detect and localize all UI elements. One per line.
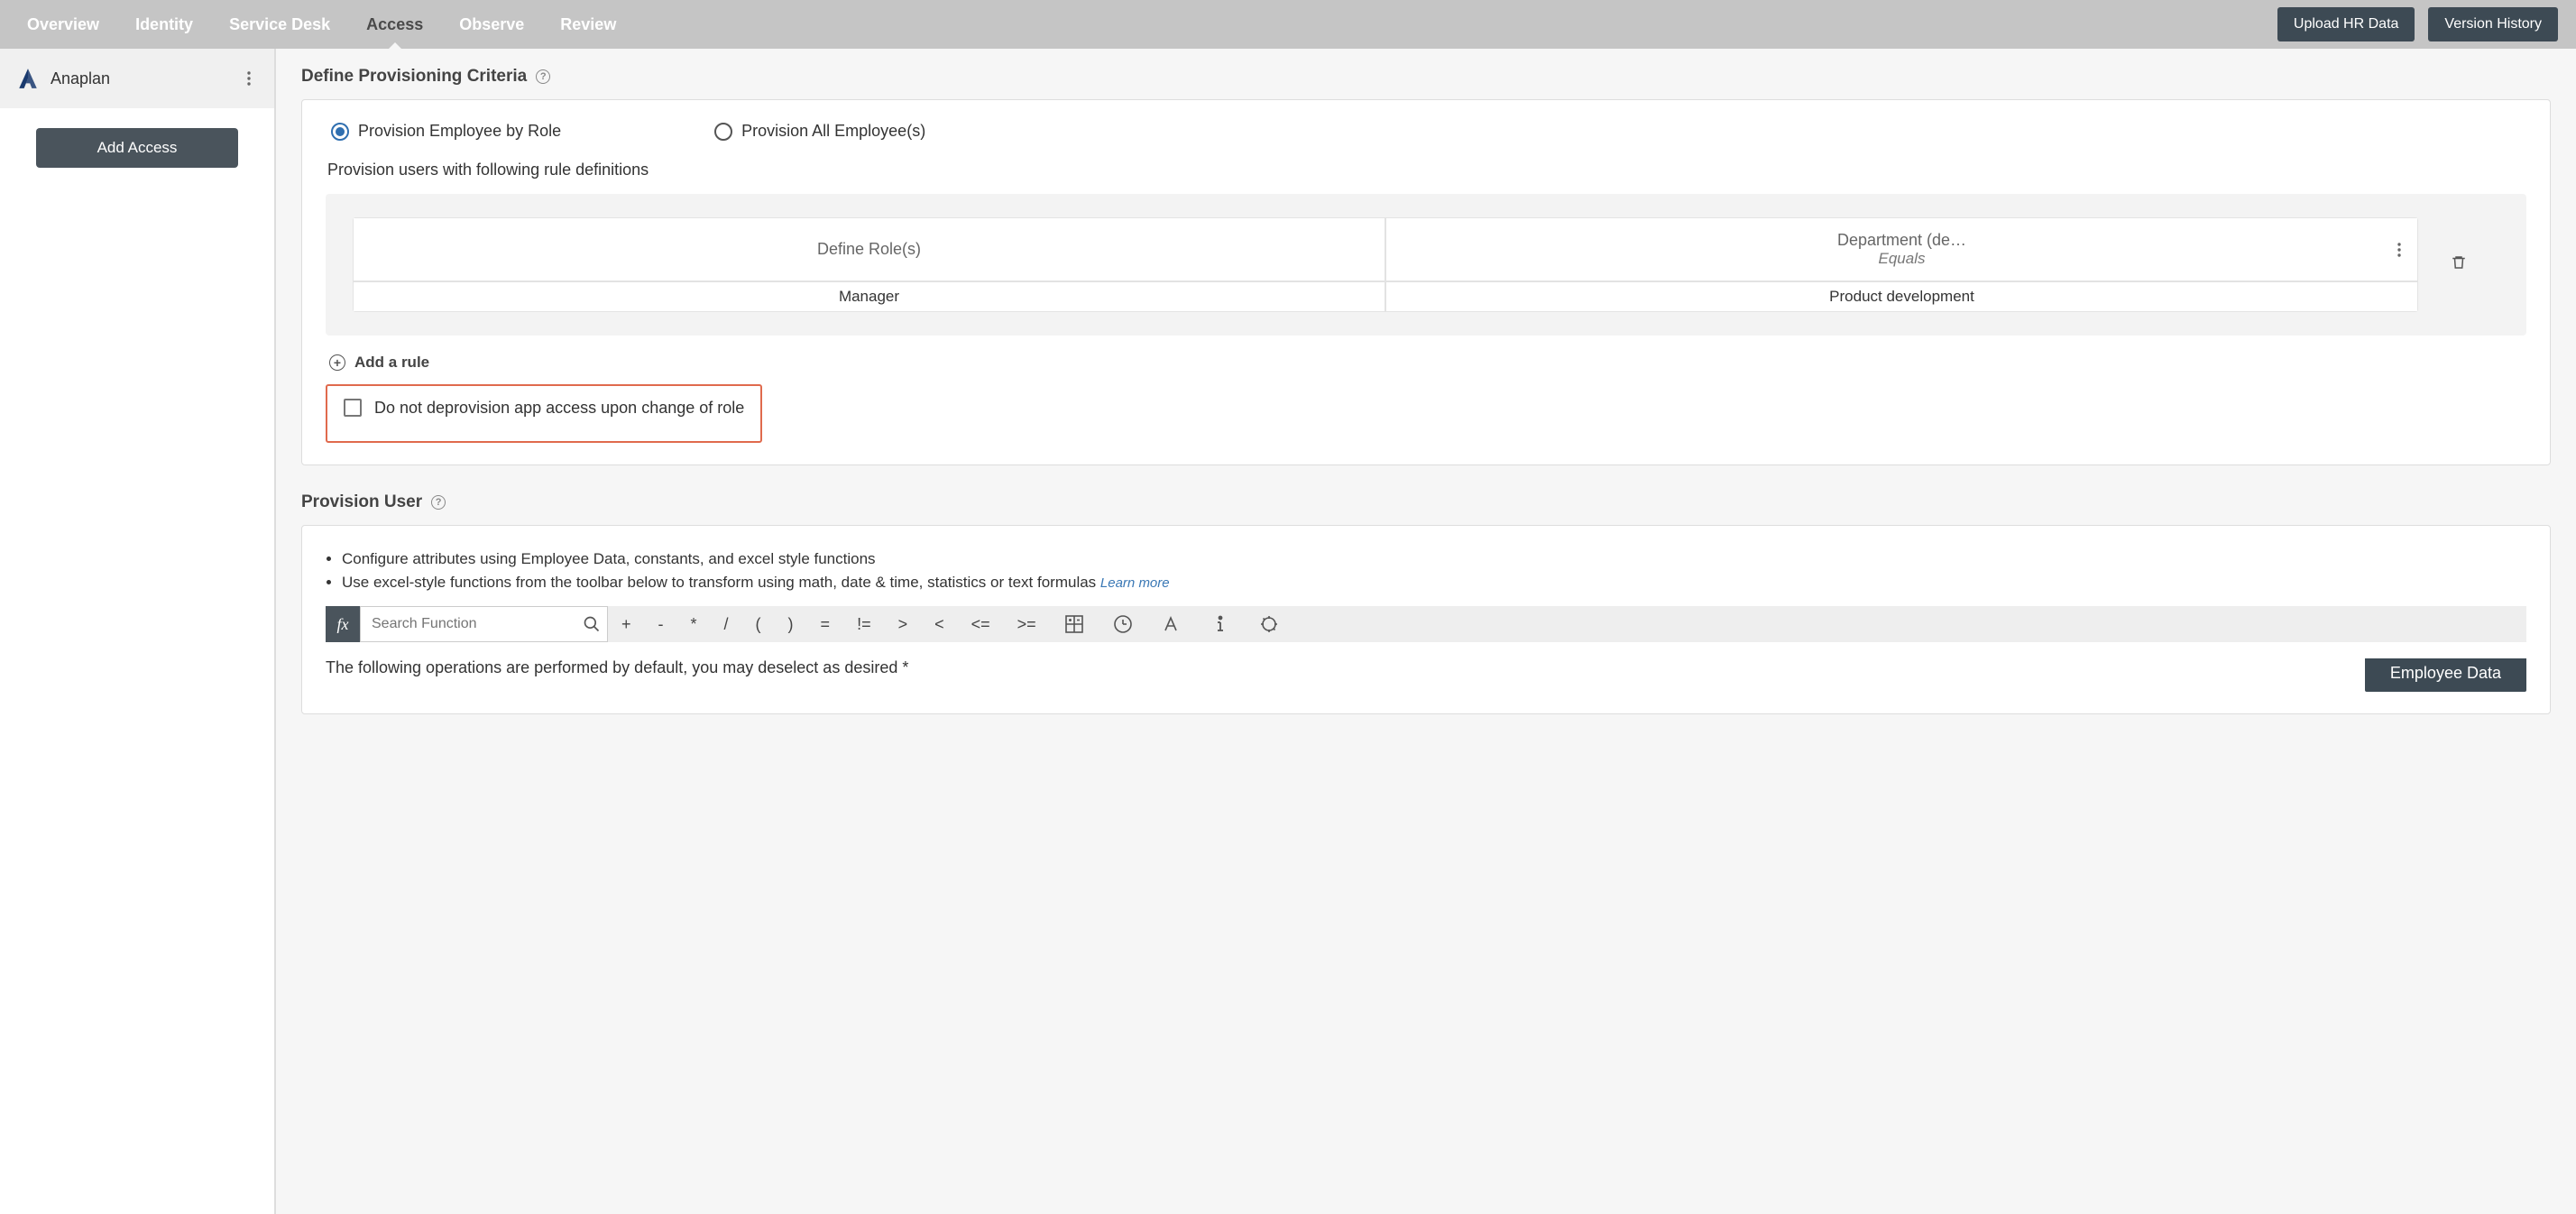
rule-box: Define Role(s) Department (de… Equals Ma… xyxy=(326,194,2526,336)
radio-label: Provision Employee by Role xyxy=(358,122,561,141)
info-text: Use excel-style functions from the toolb… xyxy=(342,574,1096,591)
op-rparen[interactable]: ) xyxy=(775,606,807,642)
tab-observe[interactable]: Observe xyxy=(441,0,542,49)
op-minus[interactable]: - xyxy=(645,606,677,642)
radio-icon xyxy=(331,123,349,141)
add-rule-button[interactable]: + Add a rule xyxy=(329,354,2526,372)
nav-actions: Upload HR Data Version History xyxy=(2277,7,2558,41)
function-search xyxy=(360,606,608,642)
statistics-category-icon[interactable] xyxy=(1245,606,1293,642)
radio-icon xyxy=(714,123,732,141)
delete-rule-icon[interactable] xyxy=(2451,253,2467,276)
search-icon[interactable] xyxy=(576,615,607,633)
fx-icon: fx xyxy=(326,606,360,642)
info-list: Configure attributes using Employee Data… xyxy=(326,547,2526,593)
text-category-icon[interactable] xyxy=(1147,606,1196,642)
main-content: Define Provisioning Criteria ? Provision… xyxy=(276,49,2576,1214)
criteria-panel: Provision Employee by Role Provision All… xyxy=(301,99,2551,465)
op-lt[interactable]: < xyxy=(921,606,958,642)
provision-user-panel: Configure attributes using Employee Data… xyxy=(301,525,2551,714)
op-eq[interactable]: = xyxy=(807,606,844,642)
operator-bar: + - * / ( ) = != > < <= >= xyxy=(608,606,2526,642)
cell-role[interactable]: Manager xyxy=(353,281,1385,312)
radio-provision-by-role[interactable]: Provision Employee by Role xyxy=(331,122,561,141)
employee-data-chip[interactable]: Employee Data xyxy=(2365,658,2526,692)
col-header-text: Define Role(s) xyxy=(817,240,921,259)
info-item: Configure attributes using Employee Data… xyxy=(342,547,2526,571)
sidebar-header: Anaplan xyxy=(0,49,274,108)
nav-tabs: Overview Identity Service Desk Access Ob… xyxy=(9,0,2277,49)
sidebar: Anaplan Add Access xyxy=(0,49,276,1214)
op-divide[interactable]: / xyxy=(711,606,742,642)
add-rule-label: Add a rule xyxy=(354,354,429,372)
col-header-text: Department (de… xyxy=(1837,231,1966,250)
tab-review[interactable]: Review xyxy=(542,0,634,49)
formula-toolbar: fx + - * / ( ) = != > < xyxy=(326,606,2526,642)
add-access-button[interactable]: Add Access xyxy=(36,128,238,168)
help-icon[interactable]: ? xyxy=(536,69,550,84)
tab-identity[interactable]: Identity xyxy=(117,0,211,49)
provision-user-title: Provision User ? xyxy=(301,492,2551,512)
op-gte[interactable]: >= xyxy=(1004,606,1050,642)
deprovision-label: Do not deprovision app access upon chang… xyxy=(374,399,744,418)
criteria-title: Define Provisioning Criteria ? xyxy=(301,67,2551,87)
provision-user-title-text: Provision User xyxy=(301,492,422,512)
app-name: Anaplan xyxy=(51,69,240,88)
default-operations-text: The following operations are performed b… xyxy=(326,658,908,676)
tab-overview[interactable]: Overview xyxy=(9,0,117,49)
col-header-sub: Equals xyxy=(1879,250,1926,268)
op-lparen[interactable]: ( xyxy=(742,606,775,642)
op-neq[interactable]: != xyxy=(843,606,885,642)
cell-department[interactable]: Product development + xyxy=(1385,281,2418,312)
op-plus[interactable]: + xyxy=(608,606,645,642)
version-history-button[interactable]: Version History xyxy=(2428,7,2558,41)
rule-intro: Provision users with following rule defi… xyxy=(326,161,2526,179)
col-define-roles: Define Role(s) xyxy=(353,217,1385,281)
plus-icon: + xyxy=(329,354,345,371)
column-menu-icon[interactable] xyxy=(2390,241,2408,259)
datetime-category-icon[interactable] xyxy=(1099,606,1147,642)
criteria-title-text: Define Provisioning Criteria xyxy=(301,67,527,87)
top-nav: Overview Identity Service Desk Access Ob… xyxy=(0,0,2576,49)
info-category-icon[interactable] xyxy=(1196,606,1245,642)
tab-access[interactable]: Access xyxy=(348,0,441,49)
cell-text: Product development xyxy=(1829,288,1974,305)
upload-hr-data-button[interactable]: Upload HR Data xyxy=(2277,7,2415,41)
sidebar-menu-icon[interactable] xyxy=(240,69,258,87)
radio-label: Provision All Employee(s) xyxy=(741,122,925,141)
info-item: Use excel-style functions from the toolb… xyxy=(342,571,2526,594)
op-lte[interactable]: <= xyxy=(958,606,1004,642)
radio-provision-all[interactable]: Provision All Employee(s) xyxy=(714,122,925,141)
help-icon[interactable]: ? xyxy=(431,495,446,510)
learn-more-link[interactable]: Learn more xyxy=(1100,575,1170,591)
op-gt[interactable]: > xyxy=(885,606,922,642)
col-department: Department (de… Equals xyxy=(1385,217,2418,281)
tab-service-desk[interactable]: Service Desk xyxy=(211,0,348,49)
op-multiply[interactable]: * xyxy=(677,606,711,642)
search-function-input[interactable] xyxy=(361,607,576,641)
deprovision-option[interactable]: Do not deprovision app access upon chang… xyxy=(326,384,762,443)
math-category-icon[interactable] xyxy=(1050,606,1099,642)
checkbox-icon[interactable] xyxy=(344,399,362,417)
rule-actions xyxy=(2418,217,2499,312)
app-logo-icon xyxy=(16,67,40,90)
